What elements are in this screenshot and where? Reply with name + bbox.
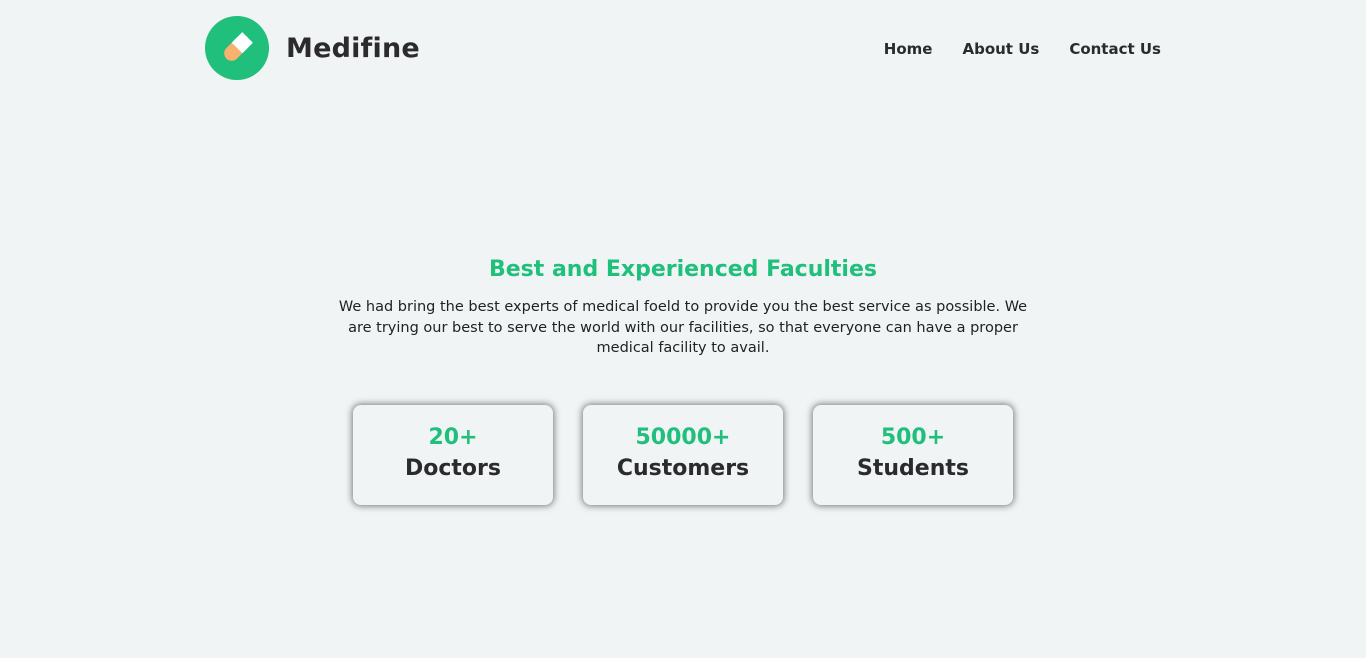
site-header: Medifine Home About Us Contact Us: [205, 16, 1161, 80]
stat-card-doctors: 20+ Doctors: [353, 405, 553, 505]
main-nav: Home About Us Contact Us: [854, 40, 1161, 58]
section-description: We had bring the best experts of medical…: [338, 299, 1028, 356]
nav-home-link[interactable]: Home: [884, 40, 933, 58]
stat-label: Doctors: [405, 456, 501, 481]
logo-badge: [205, 16, 269, 80]
brand-name: Medifine: [286, 32, 420, 64]
nav-about-link[interactable]: About Us: [962, 40, 1039, 58]
faculties-section: Best and Experienced Faculties We had br…: [0, 255, 1366, 359]
logo-link[interactable]: Medifine: [205, 16, 420, 80]
nav-contact-link[interactable]: Contact Us: [1069, 40, 1161, 58]
stat-card-students: 500+ Students: [813, 405, 1013, 505]
stat-card-customers: 50000+ Customers: [583, 405, 783, 505]
stats-row: 20+ Doctors 50000+ Customers 500+ Studen…: [353, 405, 1013, 505]
stat-label: Students: [857, 456, 969, 481]
stat-label: Customers: [616, 456, 750, 481]
stat-number: 500+: [880, 425, 946, 450]
stat-number: 50000+: [635, 425, 731, 450]
stat-number: 20+: [428, 425, 478, 450]
pill-icon: [224, 32, 253, 61]
section-title: Best and Experienced Faculties: [488, 257, 877, 282]
